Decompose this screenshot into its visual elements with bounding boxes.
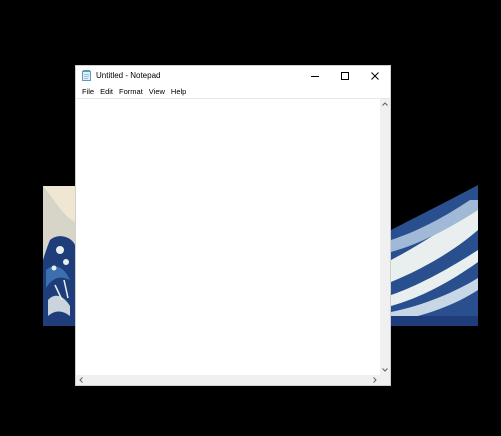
menu-bar: File Edit Format View Help [76, 85, 390, 99]
scroll-right-button[interactable] [370, 375, 380, 385]
close-button[interactable] [360, 66, 390, 85]
notepad-icon [82, 70, 92, 81]
menu-format[interactable]: Format [116, 85, 146, 99]
scroll-up-button[interactable] [380, 99, 390, 109]
minimize-icon [311, 75, 319, 77]
maximize-icon [341, 71, 349, 80]
menu-edit[interactable]: Edit [97, 85, 116, 99]
text-editor-area[interactable] [76, 99, 380, 375]
wallpaper-right-strip [391, 185, 478, 326]
chevron-right-icon [373, 377, 377, 383]
maximize-button[interactable] [330, 66, 360, 85]
title-bar[interactable]: Untitled - Notepad [76, 66, 390, 85]
horizontal-scrollbar[interactable] [76, 375, 380, 385]
notepad-window[interactable]: Untitled - Notepad File Edit Format View… [75, 65, 391, 386]
close-icon [371, 71, 379, 80]
chevron-left-icon [79, 377, 83, 383]
scroll-left-button[interactable] [76, 375, 86, 385]
scroll-down-button[interactable] [380, 365, 390, 375]
window-title: Untitled - Notepad [96, 71, 161, 80]
menu-help[interactable]: Help [168, 85, 189, 99]
minimize-button[interactable] [300, 66, 330, 85]
menu-view[interactable]: View [146, 85, 168, 99]
vertical-scrollbar[interactable] [380, 99, 390, 375]
menu-file[interactable]: File [79, 85, 97, 99]
chevron-up-icon [382, 102, 388, 106]
scrollbar-corner [380, 375, 390, 385]
wallpaper-left-strip [43, 186, 75, 326]
chevron-down-icon [382, 368, 388, 372]
